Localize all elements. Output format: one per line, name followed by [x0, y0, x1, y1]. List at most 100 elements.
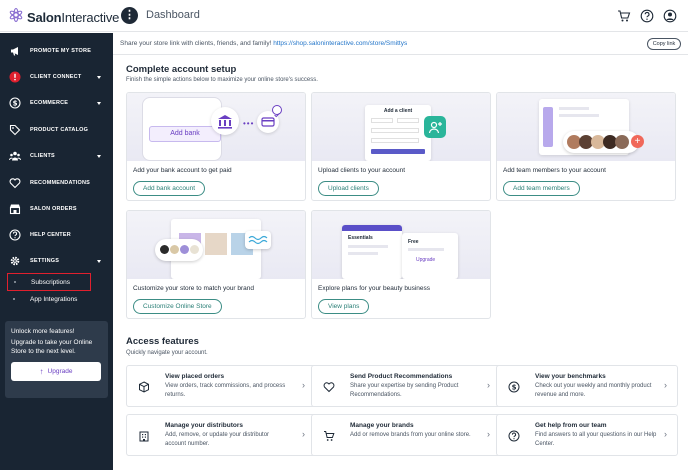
- upload-clients-button[interactable]: Upload clients: [318, 181, 379, 196]
- sidebar-item-promote-my-store[interactable]: PROMOTE MY STORE: [0, 41, 113, 61]
- sidebar-item-client-connect[interactable]: CLIENT CONNECT: [0, 67, 113, 87]
- upgrade-promo: Unlock more features! Upgrade to take yo…: [5, 321, 108, 398]
- sidebar-item-settings[interactable]: SETTINGS: [0, 251, 113, 271]
- setup-subtitle: Finish the simple actions below to maxim…: [126, 77, 318, 83]
- sidebar-item-salon-orders[interactable]: SALON ORDERS: [0, 199, 113, 219]
- dots-icon: •••: [243, 119, 255, 128]
- feature-desc: View orders, track commissions, and proc…: [165, 383, 286, 398]
- copy-link-button[interactable]: Copy link: [647, 38, 681, 50]
- avatar-group: [563, 131, 639, 153]
- chevron-down-icon: [97, 259, 101, 263]
- bank-icon: [211, 107, 239, 135]
- customize-illustration: [127, 211, 305, 279]
- plan-mock-free: Free Upgrade: [402, 233, 458, 279]
- sidebar-item-label: PROMOTE MY STORE: [30, 48, 92, 54]
- cart-icon[interactable]: [617, 9, 631, 23]
- chevron-right-icon: ›: [302, 429, 305, 439]
- add-bank-account-button[interactable]: Add bank account: [133, 181, 206, 196]
- plans-illustration: Essentials Free Upgrade: [312, 211, 490, 279]
- dollar-icon: $: [9, 97, 21, 109]
- sidebar-item-label: RECOMMENDATIONS: [30, 180, 91, 186]
- sidebar-subitem-label: Subscriptions: [31, 278, 71, 286]
- feature-desc: Add or remove brands from your online st…: [350, 432, 471, 438]
- upgrade-button[interactable]: ↑ Upgrade: [11, 362, 101, 381]
- heart-icon: [9, 177, 21, 189]
- add-user-icon: [424, 116, 446, 138]
- settings-icon: [9, 255, 21, 267]
- view-plans-button[interactable]: View plans: [318, 299, 370, 314]
- sidebar-subitem-app-integrations[interactable]: App Integrations: [7, 290, 91, 308]
- store-link[interactable]: https://shop.saloninteractive.com/store/…: [273, 40, 407, 47]
- bank-illustration: Add bank •••: [127, 93, 305, 161]
- svg-text:$: $: [13, 100, 18, 108]
- bullet-icon: [14, 281, 16, 283]
- color-palette: [155, 239, 203, 261]
- sidebar-item-help-center[interactable]: HELP CENTER: [0, 225, 113, 245]
- menu-toggle-button[interactable]: ⋮: [121, 7, 138, 24]
- dollar-icon: $: [508, 380, 520, 393]
- team-illustration: +: [497, 93, 675, 161]
- customize-online-store-button[interactable]: Customize Online Store: [133, 299, 222, 314]
- sidebar-item-product-catalog[interactable]: PRODUCT CATALOG: [0, 120, 113, 140]
- chevron-down-icon: [97, 154, 101, 158]
- chevron-down-icon: [97, 75, 101, 79]
- building-icon: [138, 429, 150, 442]
- brand-logo[interactable]: SalonInteractive: [8, 7, 119, 28]
- cart-icon: [323, 429, 335, 441]
- card-caption: Explore plans for your beauty business: [318, 285, 431, 292]
- sidebar-item-label: ECOMMERCE: [30, 100, 69, 106]
- tag-icon: [9, 124, 21, 136]
- add-client-mock: Add a client: [365, 105, 431, 161]
- setup-card-bank: Add bank ••• Add your bank account to ge…: [126, 92, 306, 201]
- plan-upgrade-label: Upgrade: [416, 257, 436, 263]
- feature-view-placed-orders[interactable]: View placed orders View orders, track co…: [126, 365, 316, 407]
- feature-title: Manage your brands: [350, 422, 414, 429]
- feature-manage-brands[interactable]: Manage your brands Add or remove brands …: [311, 414, 501, 456]
- alert-icon: [9, 71, 21, 83]
- upgrade-text: Upgrade to take your Online Store to the…: [11, 339, 93, 355]
- feature-title: Get help from our team: [535, 422, 607, 429]
- main-content: Share your store link with clients, frie…: [113, 33, 688, 470]
- help-icon[interactable]: [640, 9, 654, 23]
- sidebar-item-label: CLIENT CONNECT: [30, 74, 82, 80]
- feature-desc: Share your expertise by sending Product …: [350, 383, 459, 398]
- top-bar: SalonInteractive ⋮ Dashboard: [0, 0, 688, 32]
- feature-title: View placed orders: [165, 373, 225, 380]
- sidebar-subitem-subscriptions[interactable]: Subscriptions: [7, 273, 91, 291]
- feature-send-product-recommendations[interactable]: Send Product Recommendations Share your …: [311, 365, 501, 407]
- sidebar-item-label: HELP CENTER: [30, 232, 71, 238]
- chevron-right-icon: ›: [302, 380, 305, 390]
- brand-name: SalonInteractive: [27, 10, 120, 25]
- access-title: Access features: [126, 336, 199, 347]
- feature-desc: Add, remove, or update your distributor …: [165, 432, 270, 447]
- sidebar-item-clients[interactable]: CLIENTS: [0, 146, 113, 166]
- feature-desc: Find answers to all your questions in ou…: [535, 432, 657, 447]
- page-title: Dashboard: [146, 9, 200, 21]
- clients-icon: [9, 150, 21, 162]
- chevron-down-icon: [97, 101, 101, 105]
- add-team-members-button[interactable]: Add team members: [503, 181, 580, 196]
- chevron-right-icon: ›: [487, 429, 490, 439]
- feature-view-benchmarks[interactable]: $ View your benchmarks Check out your we…: [496, 365, 678, 407]
- sidebar-item-recommendations[interactable]: RECOMMENDATIONS: [0, 173, 113, 193]
- feature-get-help[interactable]: Get help from our team Find answers to a…: [496, 414, 678, 456]
- account-icon[interactable]: [663, 9, 677, 23]
- card-caption: Add team members to your account: [503, 167, 606, 174]
- card-caption: Customize your store to match your brand: [133, 285, 255, 292]
- feature-title: Manage your distributors: [165, 422, 244, 429]
- sidebar-item-label: SALON ORDERS: [30, 206, 77, 212]
- heart-icon: [323, 380, 335, 393]
- help-icon: [508, 429, 520, 442]
- sidebar: PROMOTE MY STORE CLIENT CONNECT $ ECOMME…: [0, 33, 113, 470]
- svg-text:$: $: [512, 384, 517, 392]
- bullet-icon: [13, 298, 15, 300]
- card-caption: Add your bank account to get paid: [133, 167, 232, 174]
- logo-icon: [8, 7, 24, 28]
- arrow-up-icon: ↑: [39, 367, 44, 376]
- share-bar: Share your store link with clients, frie…: [113, 33, 688, 55]
- clients-illustration: Add a client: [312, 93, 490, 161]
- sidebar-item-label: CLIENTS: [30, 153, 55, 159]
- sidebar-item-ecommerce[interactable]: $ ECOMMERCE: [0, 93, 113, 113]
- megaphone-icon: [9, 45, 21, 57]
- feature-manage-distributors[interactable]: Manage your distributors Add, remove, or…: [126, 414, 316, 456]
